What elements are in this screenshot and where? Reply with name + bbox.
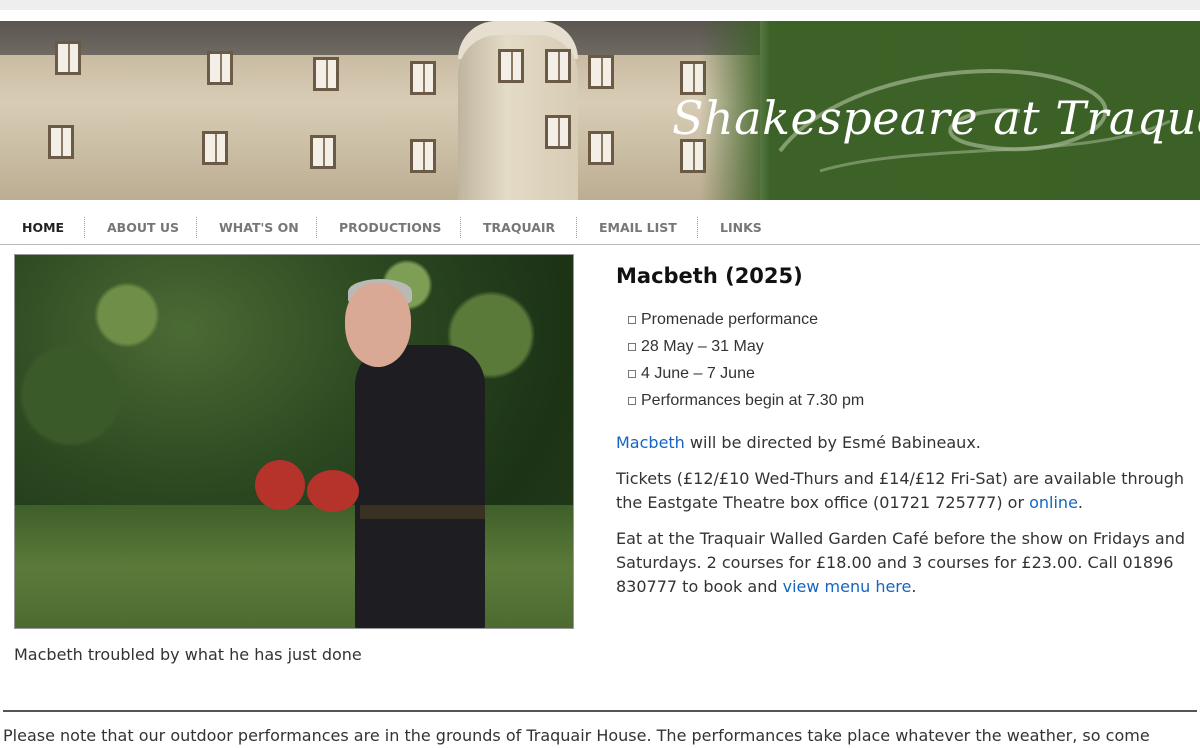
cafe-after: .	[911, 577, 917, 596]
bloody-hand	[255, 460, 305, 510]
nav-about-us[interactable]: ABOUT US	[107, 220, 179, 235]
nav-separator	[316, 217, 317, 238]
nav-home[interactable]: HOME	[22, 220, 64, 235]
online-link[interactable]: online	[1029, 493, 1078, 512]
nav-traquair[interactable]: TRAQUAIR	[483, 220, 555, 235]
castle-window	[588, 131, 614, 165]
section-divider	[3, 710, 1197, 712]
tickets-paragraph: Tickets (£12/£10 Wed-Thurs and £14/£12 F…	[616, 467, 1200, 515]
castle-window	[545, 49, 571, 83]
photo-ground	[15, 505, 573, 628]
actor-head	[345, 283, 411, 367]
actor-belt	[360, 505, 485, 519]
nav-email-list[interactable]: EMAIL LIST	[599, 220, 677, 235]
nav-separator	[196, 217, 197, 238]
production-info: Macbeth (2025) Promenade performance 28 …	[616, 262, 1200, 599]
photo-caption: Macbeth troubled by what he has just don…	[14, 645, 362, 664]
production-title: Macbeth (2025)	[616, 264, 803, 288]
nav-separator	[84, 217, 85, 238]
macbeth-link[interactable]: Macbeth	[616, 433, 685, 452]
castle-window	[588, 55, 614, 89]
tickets-text: Tickets (£12/£10 Wed-Thurs and £14/£12 F…	[616, 469, 1185, 512]
castle-photo	[0, 21, 760, 200]
castle-window	[207, 51, 233, 85]
castle-roof	[0, 21, 760, 55]
nav-productions[interactable]: PRODUCTIONS	[339, 220, 441, 235]
actor-figure	[355, 345, 485, 628]
detail-item: 28 May – 31 May	[628, 333, 1200, 360]
nav-separator	[697, 217, 698, 238]
site-banner[interactable]: Shakespeare at Traquair	[0, 21, 1200, 200]
tickets-after: .	[1077, 493, 1084, 512]
castle-window	[55, 41, 81, 75]
castle-window	[410, 139, 436, 173]
site-title: Shakespeare at Traquair	[672, 91, 1200, 145]
castle-window	[410, 61, 436, 95]
bloody-hand	[307, 470, 359, 512]
castle-window	[310, 135, 336, 169]
castle-window	[313, 57, 339, 91]
main-nav: HOME ABOUT US WHAT'S ON PRODUCTIONS TRAQ…	[0, 200, 1200, 245]
detail-item: Performances begin at 7.30 pm	[628, 387, 1200, 414]
weather-notice: Please note that our outdoor performance…	[3, 726, 1150, 745]
director-text: will be directed by Esmé Babineaux.	[684, 433, 981, 452]
view-menu-link[interactable]: view menu here	[783, 577, 912, 596]
castle-window	[545, 115, 571, 149]
production-photo	[14, 254, 574, 629]
nav-separator	[460, 217, 461, 238]
cafe-paragraph: Eat at the Traquair Walled Garden Café b…	[616, 527, 1200, 599]
nav-whats-on[interactable]: WHAT'S ON	[219, 220, 299, 235]
castle-window	[202, 131, 228, 165]
castle-window	[498, 49, 524, 83]
director-paragraph: Macbeth will be directed by Esmé Babinea…	[616, 431, 1200, 455]
production-details: Promenade performance 28 May – 31 May 4 …	[616, 306, 1200, 414]
detail-item: 4 June – 7 June	[628, 360, 1200, 387]
castle-window	[48, 125, 74, 159]
photo-foliage	[15, 255, 573, 455]
top-strip	[0, 0, 1200, 10]
nav-separator	[576, 217, 577, 238]
detail-item: Promenade performance	[628, 306, 1200, 333]
nav-links[interactable]: LINKS	[720, 220, 762, 235]
